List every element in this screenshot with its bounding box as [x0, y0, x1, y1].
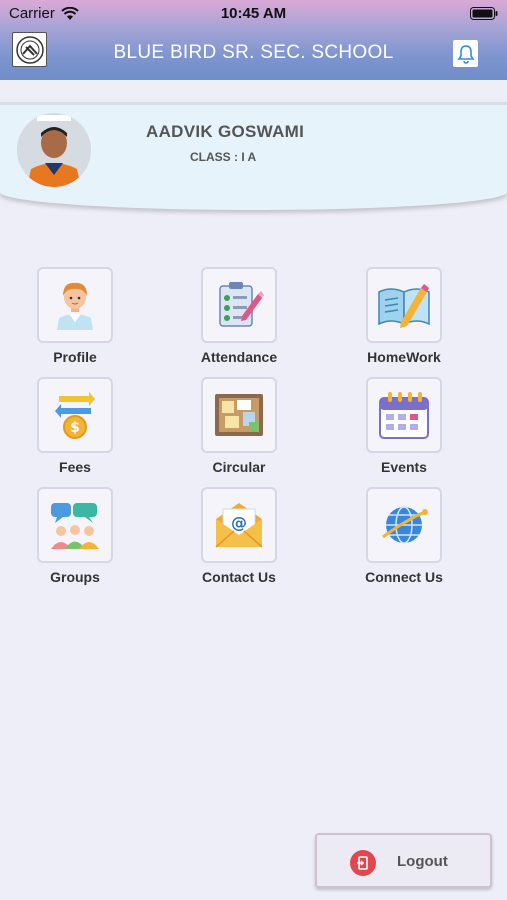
status-bar: Carrier 10:45 AM	[0, 0, 507, 28]
menu-tile-profile[interactable]: Profile	[10, 267, 140, 377]
events-icon[interactable]	[366, 377, 442, 453]
menu-tile-groups[interactable]: Groups	[10, 487, 140, 597]
title-bar: BLUE BIRD SR. SEC. SCHOOL	[0, 28, 507, 80]
menu-label-connect-us: Connect Us	[365, 569, 443, 585]
battery-icon	[470, 7, 498, 24]
profile-icon[interactable]	[37, 267, 113, 343]
menu-tile-fees[interactable]: $ Fees	[10, 377, 140, 487]
student-class: CLASS : I A	[190, 150, 257, 164]
student-avatar	[17, 113, 91, 187]
menu-label-profile: Profile	[53, 349, 97, 365]
student-profile-card[interactable]: AADVIK GOSWAMI CLASS : I A	[0, 102, 507, 210]
circular-icon[interactable]	[201, 377, 277, 453]
app-header: Carrier 10:45 AM BLUE BIRD SR. SEC. SCHO…	[0, 0, 507, 80]
attendance-icon[interactable]	[201, 267, 277, 343]
notification-bell-icon[interactable]	[453, 40, 478, 67]
menu-label-fees: Fees	[59, 459, 91, 475]
logout-button[interactable]: Logout	[315, 833, 492, 888]
svg-text:@: @	[231, 513, 247, 532]
menu-label-groups: Groups	[50, 569, 100, 585]
menu-label-events: Events	[381, 459, 427, 475]
menu-tile-homework[interactable]: HomeWork	[339, 267, 469, 377]
groups-icon[interactable]	[37, 487, 113, 563]
svg-text:$: $	[70, 420, 80, 436]
student-name: AADVIK GOSWAMI	[146, 122, 305, 141]
menu-tile-contact-us[interactable]: @ Contact Us	[174, 487, 304, 597]
logout-icon	[350, 850, 376, 876]
menu-tile-connect-us[interactable]: Connect Us	[339, 487, 469, 597]
menu-tile-circular[interactable]: Circular	[174, 377, 304, 487]
menu-label-homework: HomeWork	[367, 349, 441, 365]
menu-label-attendance: Attendance	[200, 349, 278, 365]
status-time: 10:45 AM	[220, 5, 287, 22]
page-title: BLUE BIRD SR. SEC. SCHOOL	[113, 42, 394, 63]
connect-us-icon[interactable]	[366, 487, 442, 563]
menu-label-contact-us: Contact Us	[202, 569, 276, 585]
menu-tile-attendance[interactable]: Attendance	[174, 267, 304, 377]
fees-icon[interactable]: $	[37, 377, 113, 453]
homework-icon[interactable]	[366, 267, 442, 343]
menu-label-circular: Circular	[212, 459, 266, 475]
contact-us-icon[interactable]: @	[201, 487, 277, 563]
menu-tile-events[interactable]: Events	[339, 377, 469, 487]
logout-label: Logout	[397, 853, 448, 870]
